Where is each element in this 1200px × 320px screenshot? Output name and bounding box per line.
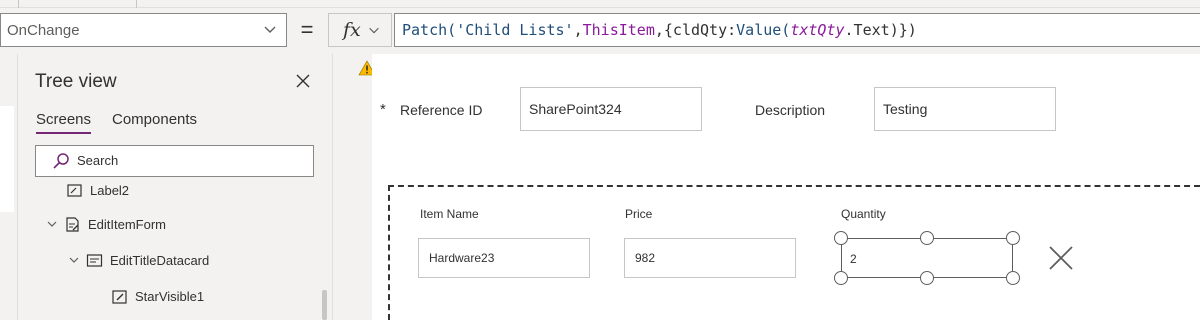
tree-node-edittitledatacard[interactable]: EditTitleDatacard: [68, 250, 209, 270]
resize-handle[interactable]: [1006, 231, 1020, 245]
formula-token: ,{cldQty:: [654, 21, 737, 39]
tree-node-label: Label2: [90, 182, 130, 198]
property-dropdown[interactable]: OnChange: [0, 13, 287, 47]
property-dropdown-value: OnChange: [7, 21, 80, 39]
quantity-label: Quantity: [841, 207, 886, 221]
required-marker: *: [380, 101, 386, 118]
formula-token: ,: [573, 21, 583, 39]
fx-icon: fx: [343, 19, 361, 41]
resize-handle[interactable]: [920, 231, 934, 245]
fx-button[interactable]: fx: [328, 13, 392, 47]
formula-token: txtQty: [790, 21, 845, 39]
resize-handle[interactable]: [834, 271, 848, 285]
formula-token: Value(: [736, 21, 791, 39]
tree-node-edititemform[interactable]: EditItemForm: [46, 214, 166, 234]
close-icon[interactable]: [294, 72, 312, 90]
tree-node-label: EditItemForm: [88, 216, 167, 232]
formula-token: )}): [889, 21, 917, 39]
search-placeholder: Search: [77, 153, 119, 168]
resize-handle[interactable]: [1006, 271, 1020, 285]
formula-token: ThisItem: [582, 21, 655, 39]
child-items-gallery[interactable]: Item Name Hardware23 Price 982 Quantity …: [388, 185, 1200, 320]
tab-screens[interactable]: Screens: [36, 111, 92, 134]
resize-handle[interactable]: [834, 231, 848, 245]
resize-handle[interactable]: [920, 271, 934, 285]
price-label: Price: [625, 207, 653, 221]
description-field[interactable]: Testing: [874, 87, 1056, 131]
toolbar-divider: [18, 0, 19, 8]
toolbar-divider: [136, 0, 137, 8]
formula-token: 'Child Lists': [456, 21, 574, 39]
rail-selected-tile[interactable]: [0, 106, 14, 212]
tree-scrollbar[interactable]: [322, 290, 327, 320]
delete-icon[interactable]: [1048, 245, 1074, 271]
price-field[interactable]: 982: [624, 238, 796, 278]
datacard-icon: [86, 253, 103, 267]
reference-id-label: Reference ID: [400, 102, 483, 118]
tree-node-starvisible1[interactable]: StarVisible1: [111, 286, 204, 306]
chevron-down-icon[interactable]: [46, 218, 58, 230]
formula-bar: OnChange = fx Patch('Child Lists',ThisIt…: [0, 8, 1200, 54]
reference-id-field[interactable]: SharePoint324: [520, 87, 702, 131]
top-toolbar-strip: [0, 0, 1200, 8]
item-name-field[interactable]: Hardware23: [418, 238, 590, 278]
label-icon: [67, 183, 82, 197]
tree-node-label: StarVisible1: [135, 288, 205, 304]
chevron-down-icon[interactable]: [68, 254, 80, 266]
form-icon: [66, 216, 79, 232]
left-rail: [0, 54, 18, 320]
search-icon: [53, 153, 69, 169]
formula-token: .Text: [844, 21, 890, 39]
design-canvas: * Reference ID SharePoint324 Description…: [334, 54, 1200, 320]
tree-search-input[interactable]: Search: [35, 145, 314, 177]
equals-sign: =: [300, 17, 314, 42]
tree-node-list: Label2 EditItemForm EditTitleDatacard St…: [18, 182, 318, 320]
item-name-label: Item Name: [420, 207, 479, 221]
edit-icon: [112, 289, 127, 304]
tree-node-label: EditTitleDatacard: [110, 252, 210, 268]
tree-view-title: Tree view: [35, 71, 117, 92]
chevron-down-icon: [264, 26, 276, 33]
description-label: Description: [755, 102, 826, 118]
tree-view-panel: Tree view Screens Components Search Labe…: [18, 54, 333, 320]
formula-input[interactable]: Patch('Child Lists',ThisItem,{cldQty:Val…: [394, 13, 1200, 47]
tree-node-label2[interactable]: Label2: [66, 182, 129, 200]
formula-token: Patch(: [402, 21, 457, 39]
tab-components[interactable]: Components: [112, 111, 197, 128]
chevron-down-icon: [368, 27, 379, 34]
form-screen: * Reference ID SharePoint324 Description…: [372, 54, 1200, 320]
quantity-value: 2: [850, 252, 857, 266]
